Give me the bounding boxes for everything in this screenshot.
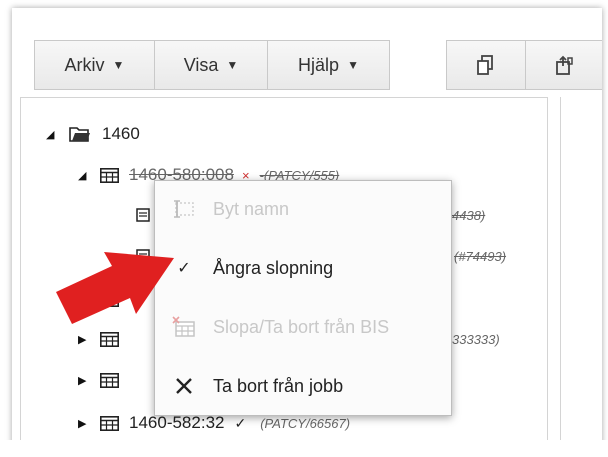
tree-row-meta: (PATCY/66567) (260, 415, 351, 431)
table-icon (100, 332, 119, 347)
right-column (560, 97, 591, 442)
tree-row-meta-visible: (#74493) (454, 249, 506, 264)
tree-row-label: 1460-582:32 (129, 413, 225, 432)
menu-item-label: Byt namn (213, 198, 290, 219)
table-icon (100, 415, 119, 431)
document-icon (136, 208, 150, 222)
tree-row-meta: 333333) (452, 332, 500, 347)
menu-visa-button[interactable]: Visa ▼ (154, 40, 268, 90)
tree-root-label: 1460 (102, 124, 140, 143)
tree-row-meta-visible: 4438) (452, 208, 485, 223)
collapsed-triangle-icon[interactable]: ▶ (78, 374, 100, 387)
collapsed-triangle-icon[interactable]: ▶ (78, 333, 100, 346)
menu-arkiv-button[interactable]: Arkiv ▼ (34, 40, 155, 90)
menu-item-scrap-delete-bis[interactable]: Slopa/Ta bort från BIS (155, 307, 451, 347)
tree-row-meta-visible: 333333) (452, 332, 500, 347)
caret-down-icon: ▼ (347, 58, 359, 72)
red-arrow-annotation (56, 252, 174, 324)
tree-row-meta: (#74493) (454, 249, 507, 264)
share-icon (556, 55, 573, 75)
table-icon (100, 373, 119, 388)
tree-row[interactable]: ▶ (78, 332, 129, 347)
close-icon (155, 376, 213, 396)
share-button[interactable] (525, 40, 602, 90)
menu-arkiv-label: Arkiv (64, 54, 105, 75)
menu-item-rename[interactable]: Byt namn (155, 189, 451, 229)
tree-row-meta: 4438) (452, 208, 486, 223)
caret-down-icon: ▼ (226, 58, 239, 72)
rename-icon (155, 200, 213, 218)
caret-down-icon: ▼ (112, 58, 125, 72)
menu-item-label: Ta bort från jobb (213, 375, 344, 396)
menu-item-undo-scrap[interactable]: ✓ Ångra slopning (155, 248, 451, 288)
expanded-triangle-icon[interactable]: ◢ (46, 128, 68, 141)
tree-root-row[interactable]: ◢ 1460 (46, 124, 140, 144)
bottom-edge (0, 440, 608, 457)
collapsed-triangle-icon[interactable]: ▶ (78, 417, 100, 430)
copy-icon (477, 55, 493, 75)
menu-item-label: Ångra slopning (213, 257, 334, 278)
folder-open-icon (69, 127, 90, 142)
menu-item-remove-from-job[interactable]: Ta bort från jobb (155, 366, 451, 406)
tree-row[interactable]: ▶ 1460-582:32 ✓ (PATCY/66567) (78, 413, 350, 433)
menu-item-label: Slopa/Ta bort från BIS (213, 316, 390, 337)
table-icon (100, 167, 119, 183)
menu-hjalp-button[interactable]: Hjälp ▼ (267, 40, 390, 90)
menu-hjalp-label: Hjälp (298, 54, 340, 75)
expanded-triangle-icon[interactable]: ◢ (78, 169, 100, 182)
status-check-icon: ✓ (234, 414, 247, 431)
context-menu: Byt namn ✓ Ångra slopning Slopa/Ta bort … (154, 180, 452, 416)
menu-visa-label: Visa (183, 54, 219, 75)
copy-button[interactable] (446, 40, 526, 90)
tree-row[interactable]: ▶ (78, 373, 129, 388)
